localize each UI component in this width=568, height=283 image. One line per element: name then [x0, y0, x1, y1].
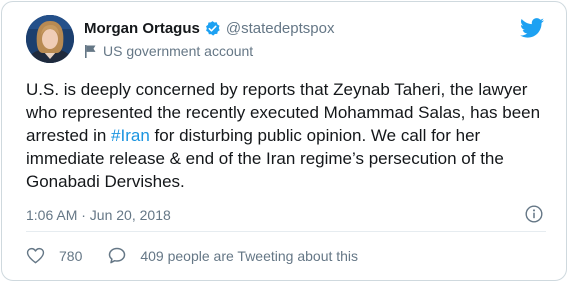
hashtag-link[interactable]: #Iran	[111, 126, 150, 145]
account-label[interactable]: US government account	[103, 43, 253, 59]
like-count[interactable]: 780	[59, 248, 82, 264]
author-row: Morgan Ortagus @statedeptspox	[84, 20, 334, 37]
author-name[interactable]: Morgan Ortagus	[84, 20, 200, 37]
info-icon[interactable]	[525, 205, 543, 223]
verified-badge-icon	[205, 21, 220, 36]
author-handle[interactable]: @statedeptspox	[226, 20, 335, 37]
avatar[interactable]	[26, 15, 74, 63]
conversation-count[interactable]: 409 people are Tweeting about this	[140, 248, 358, 264]
twitter-bird-icon[interactable]	[520, 18, 544, 38]
account-label-row: US government account	[84, 43, 253, 59]
engagement-row: 780 409 people are Tweeting about this	[26, 247, 358, 264]
tweet-timestamp[interactable]: 1:06 AM · Jun 20, 2018	[26, 207, 171, 223]
flag-icon	[85, 45, 96, 58]
speech-bubble-icon[interactable]	[108, 247, 126, 264]
heart-icon[interactable]	[26, 247, 45, 264]
tweet-card: Morgan Ortagus @statedeptspox US governm…	[1, 1, 567, 281]
divider	[26, 231, 546, 232]
tweet-text: U.S. is deeply concerned by reports that…	[26, 78, 546, 193]
